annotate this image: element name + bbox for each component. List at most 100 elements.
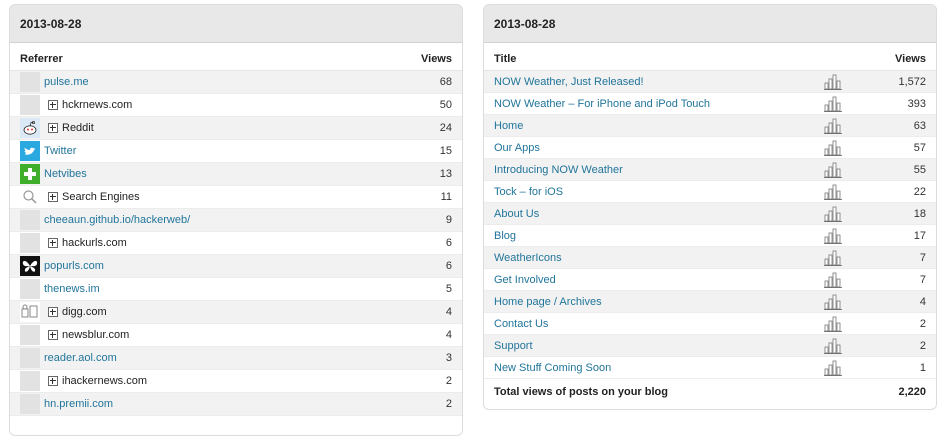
referrer-group-label[interactable]: hckrnews.com	[62, 99, 132, 111]
referrer-link[interactable]: pulse.me	[44, 76, 89, 88]
post-row: Introducing NOW Weather 55	[484, 159, 936, 181]
post-row: NOW Weather, Just Released! 1,572	[484, 71, 936, 93]
post-title-link[interactable]: New Stuff Coming Soon	[494, 362, 611, 374]
post-title-cell: Home	[494, 120, 824, 132]
referrer-cell: hackurls.com	[44, 237, 392, 249]
post-title-link[interactable]: Support	[494, 340, 533, 352]
referrer-views: 24	[439, 122, 452, 134]
expand-icon[interactable]	[48, 330, 58, 340]
expand-icon[interactable]	[48, 123, 58, 133]
post-title-link[interactable]: WeatherIcons	[494, 252, 562, 264]
post-title-link[interactable]: Tock – for iOS	[494, 186, 563, 198]
expand-icon[interactable]	[48, 307, 58, 317]
referrer-cell: Twitter	[44, 145, 392, 157]
expand-icon[interactable]	[48, 376, 58, 386]
post-views: 22	[913, 185, 926, 198]
referrer-link[interactable]: Netvibes	[44, 168, 87, 180]
post-title-cell: New Stuff Coming Soon	[494, 362, 824, 374]
bar-chart-icon[interactable]	[824, 316, 848, 332]
referrer-row: Search Engines 11	[10, 186, 462, 209]
referrer-group-label[interactable]: ihackernews.com	[62, 375, 147, 387]
bar-chart-icon[interactable]	[824, 184, 848, 200]
bar-chart-icon[interactable]	[824, 250, 848, 266]
referrer-row: digg.com 4	[10, 301, 462, 324]
referrers-date: 2013-08-28	[20, 16, 82, 31]
referrer-link[interactable]: thenews.im	[44, 283, 100, 295]
blank-icon	[20, 279, 40, 299]
post-title-link[interactable]: Get Involved	[494, 274, 556, 286]
referrer-row: pulse.me 68	[10, 71, 462, 94]
digg-icon	[20, 302, 40, 322]
post-row: Get Involved 7	[484, 269, 936, 291]
expand-icon[interactable]	[48, 100, 58, 110]
referrer-row: hn.premii.com 2	[10, 393, 462, 416]
post-row: Contact Us 2	[484, 313, 936, 335]
blank-icon	[20, 233, 40, 253]
post-row: NOW Weather – For iPhone and iPod Touch 3…	[484, 93, 936, 115]
referrer-views: 2	[445, 375, 452, 387]
post-row: New Stuff Coming Soon 1	[484, 357, 936, 379]
netvibes-icon	[20, 164, 40, 184]
referrer-column-label: Referrer	[20, 53, 63, 65]
expand-icon[interactable]	[48, 192, 58, 202]
post-title-cell: WeatherIcons	[494, 252, 824, 264]
bar-chart-icon[interactable]	[824, 206, 848, 222]
referrer-group-label[interactable]: newsblur.com	[62, 329, 129, 341]
bar-chart-icon[interactable]	[824, 272, 848, 288]
referrer-group-label[interactable]: hackurls.com	[62, 237, 127, 249]
referrer-views: 9	[445, 214, 452, 226]
post-title-cell: About Us	[494, 208, 824, 220]
referrer-link[interactable]: reader.aol.com	[44, 352, 117, 364]
post-row: Blog 17	[484, 225, 936, 247]
top-posts-panel: 2013-08-28 Title Views NOW Weather, Just…	[483, 4, 937, 410]
blank-icon	[20, 95, 40, 115]
post-title-link[interactable]: NOW Weather, Just Released!	[494, 76, 644, 88]
total-views-label: Total views of posts on your blog	[494, 386, 668, 398]
referrer-group-label[interactable]: Reddit	[62, 122, 94, 134]
referrer-cell: popurls.com	[44, 260, 392, 272]
bar-chart-icon[interactable]	[824, 360, 848, 376]
referrers-column-header: Referrer Views	[10, 43, 462, 71]
referrer-link[interactable]: popurls.com	[44, 260, 104, 272]
referrer-row: Netvibes 13	[10, 163, 462, 186]
post-title-link[interactable]: Home page / Archives	[494, 296, 602, 308]
twitter-icon	[20, 141, 40, 161]
post-title-link[interactable]: Contact Us	[494, 318, 548, 330]
referrer-row: cheeaun.github.io/hackerweb/9	[10, 209, 462, 232]
posts-column-header: Title Views	[484, 43, 936, 71]
referrer-link[interactable]: cheeaun.github.io/hackerweb/	[44, 214, 190, 226]
referrer-views: 6	[445, 260, 452, 272]
bar-chart-icon[interactable]	[824, 338, 848, 354]
post-title-link[interactable]: Blog	[494, 230, 516, 242]
bar-chart-icon[interactable]	[824, 162, 848, 178]
referrer-link[interactable]: Twitter	[44, 145, 76, 157]
expand-icon[interactable]	[48, 238, 58, 248]
bar-chart-icon[interactable]	[824, 96, 848, 112]
blank-icon	[20, 394, 40, 414]
referrer-group-label[interactable]: Search Engines	[62, 191, 140, 203]
referrer-views: 68	[439, 76, 452, 88]
post-title-cell: NOW Weather, Just Released!	[494, 76, 824, 88]
referrer-views: 6	[445, 237, 452, 249]
bar-chart-icon[interactable]	[824, 140, 848, 156]
bar-chart-icon[interactable]	[824, 294, 848, 310]
post-title-link[interactable]: Our Apps	[494, 142, 540, 154]
search-icon	[20, 187, 40, 207]
referrer-row: Twitter 15	[10, 140, 462, 163]
post-title-link[interactable]: NOW Weather – For iPhone and iPod Touch	[494, 98, 710, 110]
bar-chart-icon[interactable]	[824, 228, 848, 244]
referrer-views: 4	[445, 306, 452, 318]
referrer-group-label[interactable]: digg.com	[62, 306, 107, 318]
bar-chart-icon[interactable]	[824, 118, 848, 134]
post-title-link[interactable]: About Us	[494, 208, 539, 220]
referrer-row: hackurls.com 6	[10, 232, 462, 255]
post-title-link[interactable]: Home	[494, 120, 523, 132]
referrer-row: hckrnews.com 50	[10, 94, 462, 117]
popurls-icon	[20, 256, 40, 276]
referrer-views: 11	[440, 191, 452, 203]
post-title-link[interactable]: Introducing NOW Weather	[494, 164, 623, 176]
bar-chart-icon[interactable]	[824, 74, 848, 90]
post-views: 2	[919, 339, 926, 352]
posts-list: NOW Weather, Just Released! 1,572 NOW Weat…	[484, 71, 936, 379]
referrer-link[interactable]: hn.premii.com	[44, 398, 113, 410]
